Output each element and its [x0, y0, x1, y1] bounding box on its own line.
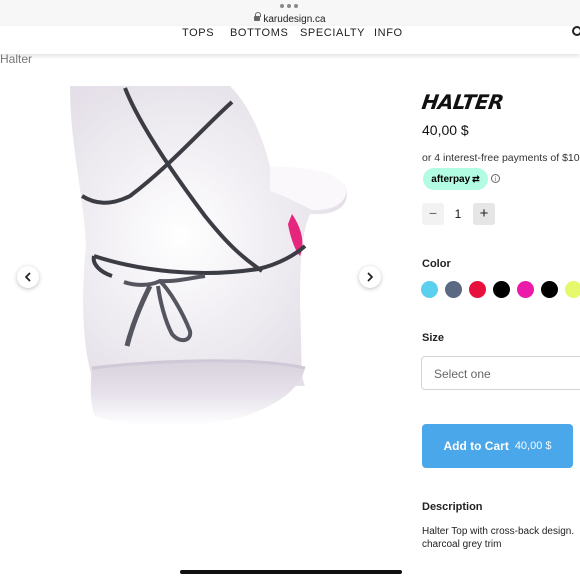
product-price: 40,00 $ — [422, 122, 469, 138]
product-name-logo: HALTER — [420, 90, 506, 114]
add-to-cart-button[interactable]: Add to Cart 40,00 $ — [422, 424, 573, 468]
breadcrumb-title: Halter — [0, 52, 33, 66]
color-swatches — [421, 281, 580, 298]
site-nav: TOPS BOTTOMS SPECIALTY INFO — [0, 26, 580, 54]
nav-item-tops[interactable]: TOPS — [182, 27, 214, 39]
description-line: charcoal grey trim — [422, 539, 502, 550]
product-photo-illustration — [70, 86, 347, 426]
url-text: karudesign.ca — [263, 14, 326, 25]
size-select[interactable]: Select one — [421, 356, 580, 390]
description-label: Description — [422, 501, 483, 513]
afterpay-label: afterpay — [431, 173, 471, 185]
quantity-value[interactable]: 1 — [451, 207, 465, 221]
afterpay-badge[interactable]: afterpay ⇄ — [423, 168, 488, 190]
afterpay-arrows-icon: ⇄ — [472, 173, 480, 184]
color-label: Color — [422, 258, 451, 270]
prev-image-button[interactable] — [17, 266, 39, 288]
lock-icon — [254, 12, 262, 21]
chevron-left-icon — [25, 272, 31, 282]
color-swatch-light-blue[interactable] — [421, 281, 438, 298]
nav-item-bottoms[interactable]: BOTTOMS — [230, 27, 288, 39]
color-swatch-black-2[interactable] — [541, 281, 558, 298]
home-indicator — [180, 570, 402, 574]
color-swatch-red[interactable] — [469, 281, 486, 298]
add-to-cart-label: Add to Cart — [443, 439, 509, 453]
next-image-button[interactable] — [359, 266, 381, 288]
chevron-right-icon — [367, 272, 373, 282]
description-line: Halter Top with cross-back design. — [422, 526, 575, 537]
color-swatch-slate[interactable] — [445, 281, 462, 298]
color-swatch-magenta[interactable] — [517, 281, 534, 298]
more-dots-icon[interactable] — [280, 4, 298, 8]
size-select-placeholder: Select one — [434, 367, 491, 381]
size-label: Size — [422, 332, 445, 344]
description-text: Halter Top with cross-back design. charc… — [422, 525, 580, 551]
quantity-increase-button[interactable]: + — [473, 203, 495, 225]
info-icon[interactable]: i — [491, 174, 500, 183]
address-bar[interactable]: karudesign.ca — [0, 12, 580, 25]
search-icon[interactable] — [572, 26, 580, 36]
color-swatch-black[interactable] — [493, 281, 510, 298]
quantity-decrease-button[interactable]: − — [422, 203, 444, 225]
nav-item-info[interactable]: INFO — [374, 27, 403, 39]
color-swatch-lime[interactable] — [565, 281, 580, 298]
product-image[interactable] — [0, 86, 400, 442]
add-to-cart-price: 40,00 $ — [514, 440, 552, 452]
nav-item-specialty[interactable]: SPECIALTY — [300, 27, 365, 39]
installments-text: or 4 interest-free payments of $10 — [422, 152, 580, 164]
